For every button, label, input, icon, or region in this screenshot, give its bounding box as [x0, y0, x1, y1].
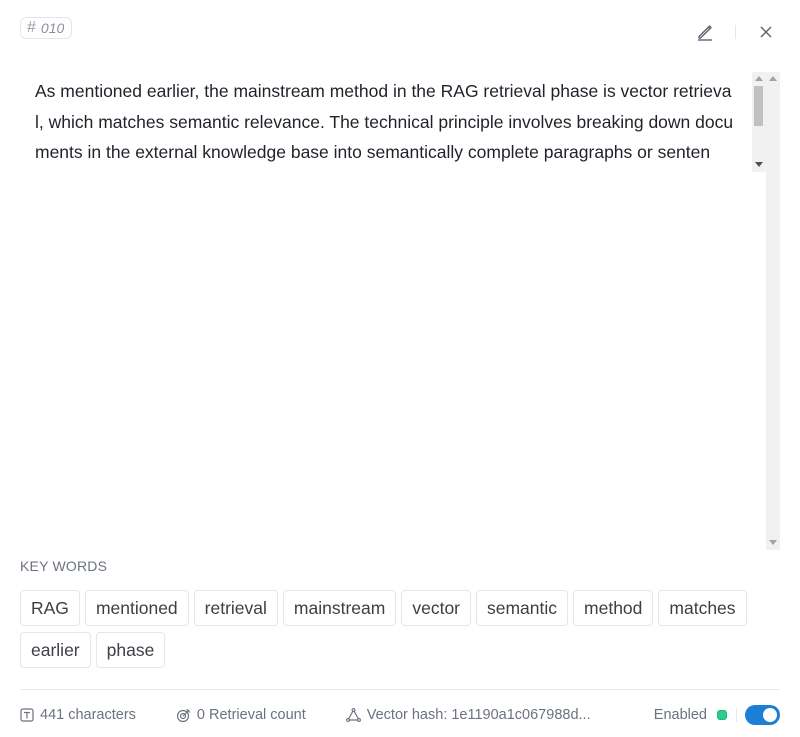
character-count-label: 441 characters — [40, 707, 136, 723]
retrieval-count: 0 Retrieval count — [176, 707, 306, 723]
status-indicator-dot — [717, 710, 727, 720]
keyword-tag[interactable]: matches — [658, 590, 747, 626]
enable-toggle[interactable] — [745, 705, 780, 725]
vector-hash: Vector hash: 1e1190a1c067988d... — [345, 707, 602, 723]
vector-hash-label: Vector hash: 1e1190a1c067988d... — [366, 707, 591, 723]
vector-icon — [345, 707, 361, 722]
edit-button[interactable] — [693, 20, 717, 44]
keyword-tag[interactable]: earlier — [20, 632, 91, 668]
scroll-down-arrow-icon[interactable] — [755, 162, 763, 167]
keyword-tag[interactable]: semantic — [476, 590, 569, 626]
keywords-list: RAG mentioned retrieval mainstream vector sem… — [20, 590, 780, 668]
character-count: 441 characters — [20, 707, 136, 723]
retrieval-count-label: 0 Retrieval count — [196, 707, 306, 723]
segment-content-area[interactable]: As mentioned earlier, the mainstream met… — [20, 70, 780, 550]
segment-content-text[interactable]: As mentioned earlier, the mainstream met… — [35, 76, 735, 168]
keyword-tag[interactable]: method — [573, 590, 654, 626]
segment-footer: 441 characters 0 Retrieval count Vector … — [20, 703, 780, 727]
scroll-down-arrow-icon[interactable] — [769, 540, 777, 545]
keyword-tag[interactable]: RAG — [20, 590, 80, 626]
scrollbar-thumb[interactable] — [754, 86, 763, 126]
keyword-tag[interactable]: mentioned — [84, 590, 189, 626]
text-icon — [20, 708, 34, 722]
segment-detail-modal: # 010 As mentioned earlier, the mainstre… — [0, 0, 800, 737]
scroll-up-arrow-icon[interactable] — [769, 76, 777, 81]
close-button[interactable] — [754, 20, 778, 44]
target-icon — [176, 708, 190, 722]
close-icon — [760, 26, 772, 38]
status-section: Enabled — [654, 705, 780, 725]
footer-divider — [20, 689, 780, 690]
status-label: Enabled — [653, 707, 707, 723]
keyword-tag[interactable]: mainstream — [282, 590, 397, 626]
keyword-tag[interactable]: phase — [95, 632, 166, 668]
content-scrollbar[interactable] — [752, 72, 766, 172]
keywords-title: KEY WORDS — [20, 558, 108, 574]
panel-scrollbar[interactable] — [766, 72, 780, 550]
toggle-knob[interactable] — [763, 708, 777, 722]
segment-number: 010 — [40, 20, 65, 36]
keyword-tag[interactable]: vector — [401, 590, 471, 626]
header-actions — [693, 20, 778, 44]
status-divider — [736, 708, 737, 722]
edit-icon — [698, 25, 712, 41]
scroll-up-arrow-icon[interactable] — [755, 76, 763, 81]
header-divider — [735, 25, 736, 39]
hash-icon: # — [27, 19, 36, 36]
keyword-tag[interactable]: retrieval — [193, 590, 278, 626]
segment-number-badge: # 010 — [20, 17, 73, 39]
